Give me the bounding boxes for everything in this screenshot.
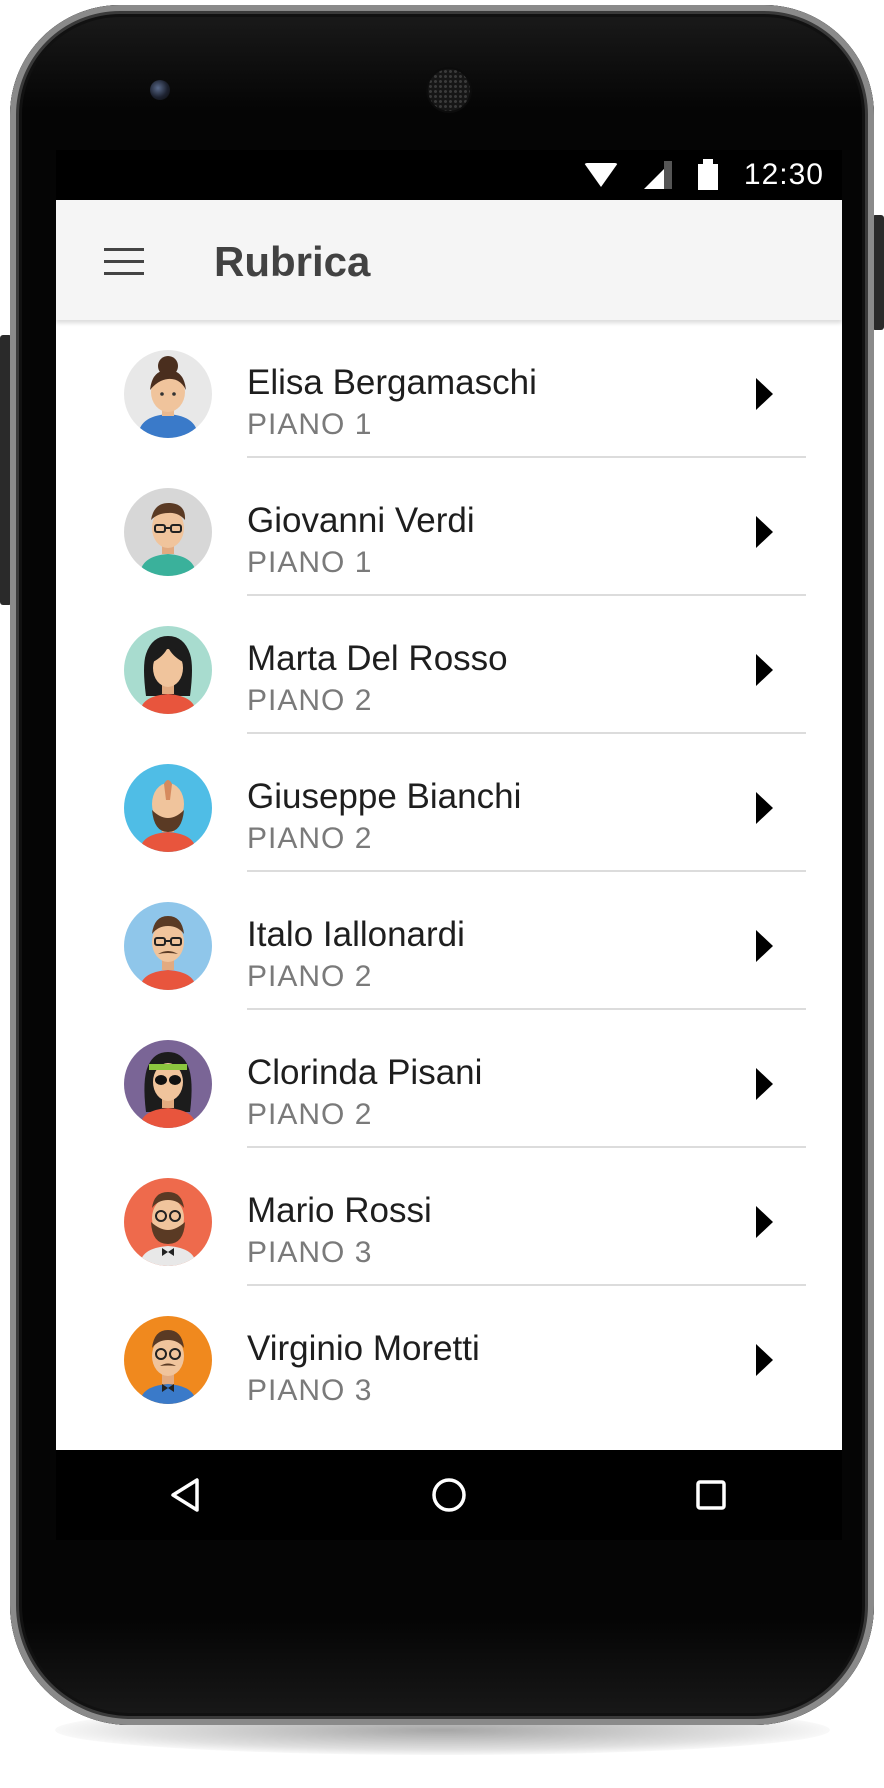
navigation-bar: [56, 1450, 842, 1540]
contact-floor: PIANO 3: [247, 1374, 373, 1407]
hamburger-menu-icon[interactable]: [104, 248, 144, 276]
front-camera: [150, 80, 170, 100]
contact-name: Italo Iallonardi: [247, 915, 465, 954]
contact-name: Giuseppe Bianchi: [247, 777, 522, 816]
contact-row[interactable]: Elisa Bergamaschi PIANO 1: [56, 320, 842, 458]
screen: 12:30 Rubrica Elisa Bergamaschi PIANO 1 …: [56, 150, 842, 1540]
avatar: [124, 1040, 212, 1128]
avatar: [124, 350, 212, 438]
status-time: 12:30: [743, 158, 824, 191]
contact-row[interactable]: Italo Iallonardi PIANO 2: [56, 872, 842, 1010]
battery-icon: [697, 159, 718, 190]
contact-floor: PIANO 3: [247, 1236, 373, 1269]
avatar: [124, 902, 212, 990]
contact-name: Giovanni Verdi: [247, 501, 475, 540]
contact-list: Elisa Bergamaschi PIANO 1 Giovanni Verdi…: [56, 320, 842, 1424]
contact-row[interactable]: Clorinda Pisani PIANO 2: [56, 1010, 842, 1148]
contact-row[interactable]: Mario Rossi PIANO 3: [56, 1148, 842, 1286]
contact-name: Clorinda Pisani: [247, 1053, 483, 1092]
earpiece-speaker: [428, 69, 470, 111]
signal-icon: [643, 161, 672, 189]
contact-name: Virginio Moretti: [247, 1329, 480, 1368]
contact-floor: PIANO 1: [247, 546, 373, 579]
home-icon[interactable]: [409, 1455, 489, 1535]
chevron-right-icon: [756, 378, 773, 410]
contact-row[interactable]: Virginio Moretti PIANO 3: [56, 1286, 842, 1424]
avatar: [124, 488, 212, 576]
page-title: Rubrica: [214, 238, 371, 285]
chevron-right-icon: [756, 792, 773, 824]
recents-icon[interactable]: [671, 1455, 751, 1535]
status-bar: 12:30: [56, 150, 842, 200]
contact-floor: PIANO 2: [247, 822, 373, 855]
back-icon[interactable]: [147, 1455, 227, 1535]
contact-floor: PIANO 1: [247, 408, 373, 441]
chevron-right-icon: [756, 1068, 773, 1100]
contact-row[interactable]: Giuseppe Bianchi PIANO 2: [56, 734, 842, 872]
chevron-right-icon: [756, 516, 773, 548]
chevron-right-icon: [756, 930, 773, 962]
contact-name: Marta Del Rosso: [247, 639, 508, 678]
contact-name: Mario Rossi: [247, 1191, 432, 1230]
phone-frame: 12:30 Rubrica Elisa Bergamaschi PIANO 1 …: [10, 5, 874, 1725]
avatar: [124, 626, 212, 714]
contact-floor: PIANO 2: [247, 960, 373, 993]
contact-row[interactable]: Giovanni Verdi PIANO 1: [56, 458, 842, 596]
avatar: [124, 764, 212, 852]
chevron-right-icon: [756, 654, 773, 686]
contact-row[interactable]: Marta Del Rosso PIANO 2: [56, 596, 842, 734]
wifi-icon: [583, 163, 618, 187]
avatar: [124, 1316, 212, 1404]
chevron-right-icon: [756, 1344, 773, 1376]
chevron-right-icon: [756, 1206, 773, 1238]
contact-floor: PIANO 2: [247, 1098, 373, 1131]
app-bar: Rubrica: [56, 200, 842, 320]
contact-floor: PIANO 2: [247, 684, 373, 717]
avatar: [124, 1178, 212, 1266]
contact-name: Elisa Bergamaschi: [247, 363, 537, 402]
